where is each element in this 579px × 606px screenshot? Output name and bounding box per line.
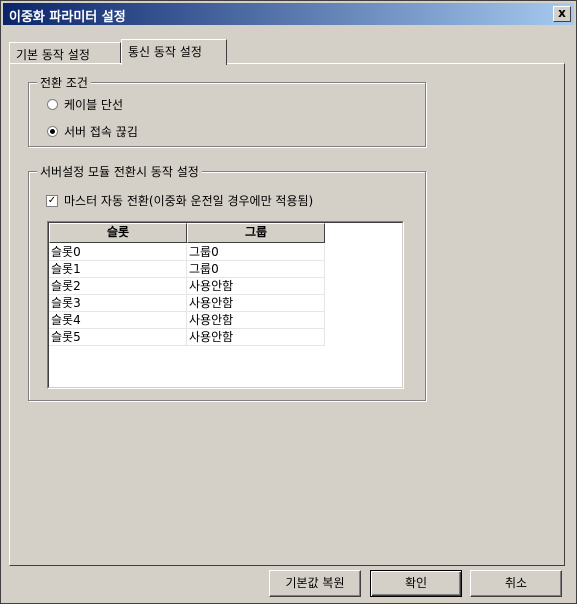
list-header: 슬롯 그룹 [49, 223, 325, 243]
group-cell: 그룹0 [187, 244, 325, 261]
group-cell: 사용안함 [187, 329, 325, 346]
close-button[interactable]: x [553, 6, 571, 22]
slot-cell: 슬롯1 [49, 261, 187, 278]
tab-label: 통신 동작 설정 [128, 45, 202, 59]
checkbox[interactable]: ✓ [46, 194, 58, 207]
group-cell: 사용안함 [187, 312, 325, 329]
column-header-slot[interactable]: 슬롯 [49, 223, 187, 243]
ok-button[interactable]: 확인 [370, 570, 462, 597]
radio-button[interactable] [47, 99, 58, 110]
radio-button-selected[interactable] [47, 126, 58, 137]
group-label: 전환 조건 [37, 74, 91, 91]
table-row[interactable]: 슬롯4 사용안함 [49, 312, 325, 329]
radio-server-disconnect[interactable]: 서버 접속 끊김 [47, 123, 138, 140]
slot-group-list[interactable]: 슬롯 그룹 슬롯0 그룹0 슬롯1 그룹0 슬롯2 사용안함 슬롯3 사용안함 … [47, 221, 404, 389]
table-row[interactable]: 슬롯2 사용안함 [49, 278, 325, 295]
tab-basic-operation[interactable]: 기본 동작 설정 [9, 42, 121, 64]
group-cell: 사용안함 [187, 295, 325, 312]
title-bar[interactable]: 이중화 파라미터 설정 x [3, 3, 574, 25]
window-title: 이중화 파라미터 설정 [9, 10, 126, 25]
dialog-window: 이중화 파라미터 설정 x 기본 동작 설정 통신 동작 설정 전환 조건 케이… [0, 0, 577, 604]
group-cell: 그룹0 [187, 261, 325, 278]
restore-defaults-button[interactable]: 기본값 복원 [269, 570, 361, 597]
group-label: 서버설정 모듈 전환시 동작 설정 [37, 163, 202, 180]
master-auto-switch-checkbox[interactable]: ✓ 마스터 자동 전환(이중화 운전일 경우에만 적용됨) [46, 192, 313, 209]
slot-cell: 슬롯5 [49, 329, 187, 346]
slot-cell: 슬롯0 [49, 244, 187, 261]
table-row[interactable]: 슬롯0 그룹0 [49, 244, 325, 261]
radio-label: 케이블 단선 [64, 98, 124, 112]
radio-label: 서버 접속 끊김 [64, 125, 138, 139]
list-frame: 슬롯 그룹 슬롯0 그룹0 슬롯1 그룹0 슬롯2 사용안함 슬롯3 사용안함 … [48, 222, 403, 388]
checkbox-label: 마스터 자동 전환(이중화 운전일 경우에만 적용됨) [64, 194, 314, 208]
table-row[interactable]: 슬롯1 그룹0 [49, 261, 325, 278]
table-row[interactable]: 슬롯3 사용안함 [49, 295, 325, 312]
slot-cell: 슬롯3 [49, 295, 187, 312]
cancel-button[interactable]: 취소 [470, 570, 562, 597]
group-cell: 사용안함 [187, 278, 325, 295]
slot-cell: 슬롯4 [49, 312, 187, 329]
column-header-group[interactable]: 그룹 [187, 223, 325, 243]
tab-communication-operation[interactable]: 통신 동작 설정 [121, 39, 227, 65]
tab-label: 기본 동작 설정 [16, 48, 90, 62]
radio-cable-disconnect[interactable]: 케이블 단선 [47, 96, 123, 113]
slot-cell: 슬롯2 [49, 278, 187, 295]
table-row[interactable]: 슬롯5 사용안함 [49, 329, 325, 346]
